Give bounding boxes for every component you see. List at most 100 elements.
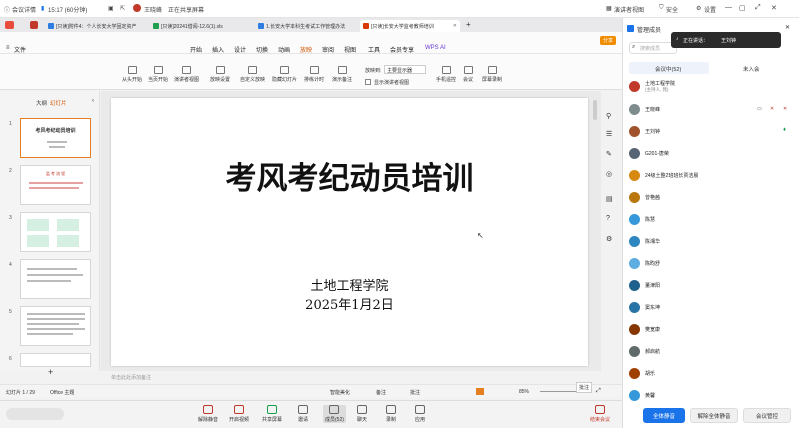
info-icon[interactable]: ⓘ: [4, 5, 10, 14]
tab-doc-4-active[interactable]: [只读]长安大学监考教师培训 ✕: [360, 20, 460, 32]
member-row[interactable]: 24级土整2班班长贾洁晨: [629, 166, 698, 184]
side-tool-icon[interactable]: ?: [606, 215, 610, 222]
meeting-button[interactable]: 会议: [463, 66, 473, 83]
menu-view[interactable]: 视图: [344, 45, 356, 54]
chat-button[interactable]: 聊天: [357, 405, 367, 423]
from-start-button[interactable]: 从头开始: [122, 66, 142, 83]
menu-home[interactable]: 开始: [190, 45, 202, 54]
custom-show-button[interactable]: 自定义放映: [240, 66, 265, 83]
mute-all-button[interactable]: 全体静音: [643, 408, 685, 423]
end-meeting-button[interactable]: 结束会议: [590, 405, 610, 423]
menu-transition[interactable]: 切换: [256, 45, 268, 54]
side-tool-icon[interactable]: ☰: [606, 130, 612, 138]
show-setup-button[interactable]: 放映设置: [210, 66, 230, 83]
menu-design[interactable]: 设计: [234, 45, 246, 54]
member-row[interactable]: 陈慧: [629, 210, 655, 228]
side-tool-icon[interactable]: ◎: [606, 170, 612, 178]
display-select[interactable]: 主要显示器: [384, 65, 426, 74]
fit-icon[interactable]: ⤢: [596, 388, 601, 395]
rehearse-button[interactable]: 排练计时: [304, 66, 324, 83]
hamburger-icon[interactable]: ≡: [6, 45, 10, 51]
settings-button[interactable]: 设置: [704, 5, 716, 14]
beautify-button[interactable]: 智能美化: [330, 389, 350, 396]
security-button[interactable]: 安全: [666, 5, 678, 14]
members-button[interactable]: 成员(52): [323, 405, 346, 423]
input-box[interactable]: [6, 408, 64, 420]
menu-file[interactable]: 文件: [14, 45, 26, 54]
presenter-checkbox[interactable]: [365, 79, 371, 85]
slide-thumbnail-5[interactable]: [20, 306, 91, 346]
hide-slide-button[interactable]: 隐藏幻灯片: [272, 66, 297, 83]
notes-button[interactable]: 备注: [376, 389, 386, 396]
comment-button[interactable]: 批注: [410, 389, 420, 396]
wps-ai-button[interactable]: WPS AI: [425, 45, 446, 51]
slide-thumbnail-3[interactable]: [20, 212, 91, 252]
layout-icon[interactable]: ▣: [108, 5, 114, 12]
add-slide-icon[interactable]: +: [48, 367, 53, 377]
tab-doc-1[interactable]: [只读]附件4：个人长安大学固定资产: [45, 20, 145, 32]
menu-animation[interactable]: 动画: [278, 45, 290, 54]
tab-doc-3[interactable]: 1.长安大学本科生考试工作管理办法: [255, 20, 355, 32]
phone-remote-button[interactable]: 手机遥控: [436, 66, 456, 83]
side-tool-icon[interactable]: ⚙: [606, 235, 612, 243]
menu-review[interactable]: 审阅: [322, 45, 334, 54]
member-row[interactable]: 黄馨: [629, 386, 655, 404]
restore-icon[interactable]: ▢: [739, 4, 746, 12]
close-tab-icon[interactable]: ✕: [453, 23, 457, 29]
speaker-view-button[interactable]: 演讲者视图: [614, 5, 644, 14]
share-screen-button[interactable]: 共享屏幕: [262, 405, 282, 423]
unmute-button[interactable]: 解除静音: [198, 405, 218, 423]
notes-placeholder[interactable]: 单击此处添加备注: [111, 374, 151, 381]
current-slide[interactable]: 考风考纪动员培训 土地工程学院 2025年1月2日: [111, 98, 588, 366]
side-tool-icon[interactable]: ▤: [606, 195, 613, 203]
tab-in-meeting[interactable]: 会议中(52): [655, 65, 681, 73]
minimize-icon[interactable]: —: [725, 4, 732, 11]
panel-close-icon[interactable]: ✕: [785, 24, 790, 31]
presenter-view-button[interactable]: 演讲者视图: [174, 66, 199, 83]
slide-thumbnail-4[interactable]: [20, 259, 91, 299]
invite-button[interactable]: 邀请: [298, 405, 308, 423]
slide-thumbnail-6[interactable]: [20, 353, 91, 367]
meeting-controls-button[interactable]: 会议管控: [743, 408, 791, 423]
menu-tools[interactable]: 工具: [368, 45, 380, 54]
member-row[interactable]: 窦东坤: [629, 298, 660, 316]
close-icon[interactable]: ✕: [771, 4, 777, 12]
apps-button[interactable]: 应用: [415, 405, 425, 423]
meeting-details-link[interactable]: 会议详情: [12, 5, 36, 14]
menu-insert[interactable]: 插入: [212, 45, 224, 54]
member-row[interactable]: 胡乐: [629, 364, 655, 382]
slide-thumbnail-1[interactable]: 考风考纪动员培训: [20, 118, 91, 158]
member-row[interactable]: 樊宽康: [629, 320, 660, 338]
speaker-view-icon[interactable]: ▦: [606, 5, 612, 12]
side-tool-icon[interactable]: ⚲: [606, 112, 611, 120]
annotate-button[interactable]: 批注: [576, 382, 593, 393]
record-notes-button[interactable]: 演示备注: [332, 66, 352, 83]
tab-doc-2[interactable]: [只读]20241借阅-12.6(1).xls: [150, 20, 250, 32]
member-row[interactable]: 王晓峰: [629, 100, 660, 118]
wps-docer-icon[interactable]: [30, 21, 38, 29]
start-video-button[interactable]: 开启视频: [229, 405, 249, 423]
member-row[interactable]: G201-唐荣: [629, 144, 669, 162]
member-row[interactable]: 土地工程学院 (主持人, 我): [629, 77, 675, 95]
member-row[interactable]: 董津阳: [629, 276, 660, 294]
share-button[interactable]: 分享: [600, 36, 617, 45]
tab-outline[interactable]: 大纲: [36, 99, 47, 107]
zoom-slider[interactable]: [540, 391, 580, 392]
member-row[interactable]: 郝启航: [629, 342, 660, 360]
record-button[interactable]: 录制: [386, 405, 396, 423]
tab-slides[interactable]: 幻灯片: [50, 99, 67, 107]
collapse-icon[interactable]: ‹: [92, 98, 94, 104]
vertical-scrollbar[interactable]: [593, 100, 597, 120]
play-slideshow-icon[interactable]: [476, 388, 484, 395]
tab-not-joined[interactable]: 未入会: [743, 65, 760, 73]
screen-record-button[interactable]: 屏幕录制: [482, 66, 502, 83]
menu-member[interactable]: 会员专享: [390, 45, 414, 54]
member-row[interactable]: 陈湘华: [629, 232, 660, 250]
new-tab-icon[interactable]: +: [466, 20, 471, 29]
member-row[interactable]: 王刘钟: [629, 122, 660, 140]
member-row[interactable]: 曾艳茜: [629, 188, 660, 206]
unmute-all-button[interactable]: 解除全体静音: [690, 408, 738, 423]
slide-thumbnail-2[interactable]: 监 考 流 程: [20, 165, 91, 205]
popout-icon[interactable]: ⇱: [120, 5, 125, 12]
fullscreen-icon[interactable]: ⤢: [755, 4, 761, 12]
